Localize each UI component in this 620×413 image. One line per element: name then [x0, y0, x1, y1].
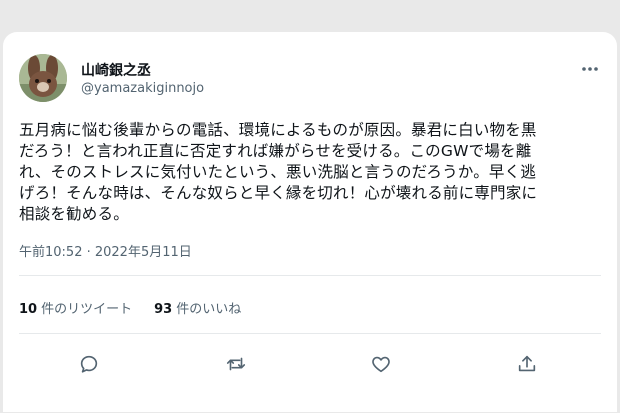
reply-icon: [80, 355, 98, 373]
user-handle[interactable]: @yamazakiginnojo: [81, 81, 204, 96]
retweets-stat[interactable]: 10 件のリツイート: [19, 298, 132, 317]
tweet-card: 山崎銀之丞 @yamazakiginnojo 五月病に悩む後輩からの電話、環境に…: [3, 32, 617, 412]
likes-label: 件のいいね: [176, 302, 242, 317]
retweet-button[interactable]: [216, 344, 256, 384]
likes-stat[interactable]: 93 件のいいね: [154, 298, 241, 317]
tweet-text: 五月病に悩む後輩からの電話、環境によるものが原因。暴君に白い物を黒 だろう！と言…: [19, 120, 604, 225]
tweet-text-line: れ、そのストレスに気付いたという、悪い洗脳と言うのだろうか。早く逃: [19, 163, 537, 181]
share-button[interactable]: [507, 344, 547, 384]
tweet-text-line: 五月病に悩む後輩からの電話、環境によるものが原因。暴君に白い物を黒: [19, 121, 537, 139]
rabbit-avatar-icon: [19, 54, 67, 102]
tweet-text-line: げろ！そんな時は、そんな奴らと早く縁を切れ！心が壊れる前に専門家に: [19, 184, 538, 202]
divider: [19, 333, 601, 334]
more-icon[interactable]: [579, 58, 601, 80]
tweet-text-line: だろう！と言われ正直に否定すれば嫌がらせを受ける。このGWで場を離: [19, 142, 532, 160]
tweet-text-line: 相談を勧める。: [19, 205, 129, 223]
reply-button[interactable]: [69, 344, 109, 384]
likes-count: 93: [154, 302, 173, 317]
screenshot-frame: 山崎銀之丞 @yamazakiginnojo 五月病に悩む後輩からの電話、環境に…: [0, 0, 620, 413]
tweet-stats: 10 件のリツイート 93 件のいいね: [19, 298, 241, 317]
retweets-label: 件のリツイート: [41, 302, 133, 317]
tweet-timestamp[interactable]: 午前10:52 · 2022年5月11日: [19, 241, 192, 260]
avatar[interactable]: [19, 54, 67, 102]
user-display-name[interactable]: 山崎銀之丞: [81, 60, 151, 80]
heart-icon: [372, 356, 390, 373]
share-icon: [518, 355, 536, 372]
retweets-count: 10: [19, 302, 38, 317]
like-button[interactable]: [361, 344, 401, 384]
divider: [19, 275, 601, 276]
retweet-icon: [226, 357, 246, 371]
tweet-actions: [3, 344, 617, 384]
